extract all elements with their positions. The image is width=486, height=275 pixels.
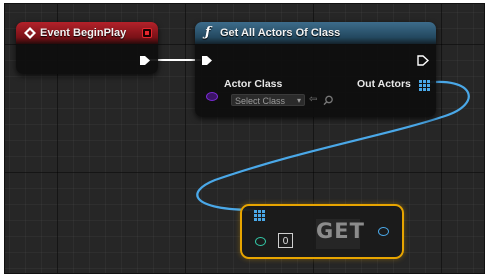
event-node-header[interactable]: Event BeginPlay: [16, 22, 158, 44]
function-icon: ƒ: [205, 25, 211, 40]
index-input[interactable]: 0: [278, 233, 293, 248]
delegate-pin-icon[interactable]: [142, 28, 152, 38]
actor-class-select[interactable]: Select Class ▾: [231, 94, 305, 106]
chevron-down-icon: ▾: [296, 96, 301, 105]
exec-out-pin-icon[interactable]: [417, 55, 429, 66]
class-pin-icon[interactable]: [206, 92, 218, 101]
function-node-header[interactable]: ƒ Get All Actors Of Class: [195, 22, 436, 44]
use-selected-arrow-icon[interactable]: ⇦: [309, 94, 317, 105]
function-node-title: Get All Actors Of Class: [220, 27, 341, 39]
event-node-title: Event BeginPlay: [40, 27, 127, 39]
index-pin-icon[interactable]: [255, 237, 266, 246]
out-actors-label: Out Actors: [357, 78, 411, 90]
browse-icon[interactable]: [323, 95, 334, 106]
array-pin-icon[interactable]: [419, 80, 430, 91]
get-array-item-node[interactable]: 0 GET: [240, 204, 404, 259]
get-node-title: GET: [316, 219, 364, 249]
event-beginplay-node[interactable]: Event BeginPlay: [16, 22, 158, 74]
exec-in-pin-icon[interactable]: [201, 55, 213, 66]
array-in-pin-icon[interactable]: [254, 210, 265, 221]
blueprint-graph-canvas[interactable]: Event BeginPlay ƒ Get All Actors Of Clas…: [4, 3, 485, 274]
output-pin-icon[interactable]: [378, 227, 389, 236]
exec-out-pin-icon[interactable]: [139, 55, 151, 66]
event-diamond-icon: [24, 27, 36, 39]
actor-class-select-value: Select Class: [235, 96, 286, 106]
actor-class-label: Actor Class: [224, 78, 283, 90]
